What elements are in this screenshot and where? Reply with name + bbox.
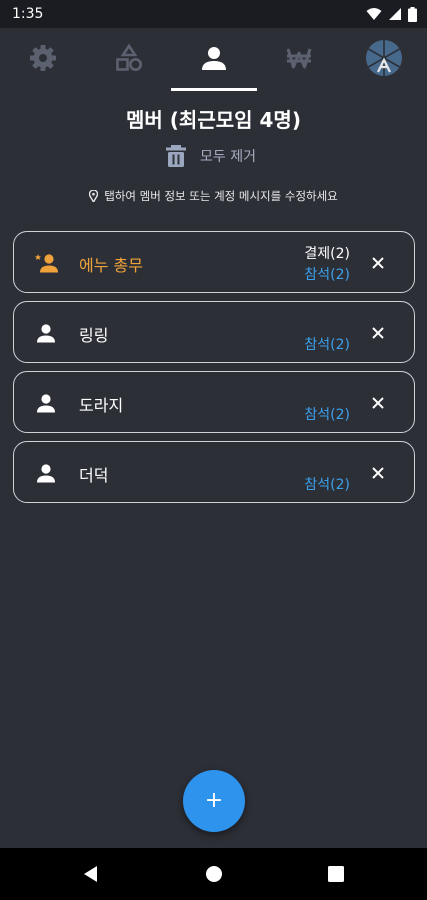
status-bar: 1:35 <box>0 0 427 28</box>
close-icon <box>372 467 384 479</box>
add-member-button[interactable]: + <box>183 770 245 832</box>
tab-shapes[interactable] <box>109 38 149 78</box>
attendance-tag: 참석(2) <box>304 477 350 493</box>
person-icon <box>202 47 226 70</box>
signal-icon <box>389 8 401 20</box>
top-tab-bar <box>0 28 427 90</box>
nav-back-button[interactable] <box>79 862 103 886</box>
add-label: + <box>204 788 224 813</box>
member-card[interactable]: 에누 총무 결제(2) 참석(2) <box>13 231 415 293</box>
attendance-tag: 참석(2) <box>304 407 350 423</box>
person-icon <box>37 394 55 413</box>
won-icon <box>286 48 312 69</box>
status-icons <box>366 6 417 22</box>
tab-profile[interactable] <box>364 38 404 78</box>
member-card[interactable]: 더덕 참석(2) <box>13 441 415 503</box>
leader-person-icon <box>35 254 58 273</box>
back-triangle-icon <box>84 866 97 882</box>
member-card[interactable]: 도라지 참석(2) <box>13 371 415 433</box>
app-root: 1:35 멤버 (최근모임 4명) 모두 제거 탭하여 멤버 정보 또는 계정 … <box>0 0 427 900</box>
member-card[interactable]: 링링 참석(2) <box>13 301 415 363</box>
nav-recents-button[interactable] <box>324 862 348 886</box>
person-icon <box>37 324 55 343</box>
member-name: 도라지 <box>79 396 124 415</box>
attendance-tag: 참석(2) <box>304 337 350 353</box>
page-title: 멤버 (최근모임 4명) <box>126 108 301 132</box>
remove-member-button[interactable] <box>368 463 388 483</box>
recents-square-icon <box>328 866 344 882</box>
system-nav-bar <box>0 848 427 900</box>
tab-payment[interactable] <box>279 38 319 78</box>
person-icon <box>37 464 55 483</box>
close-icon <box>372 397 384 409</box>
member-name: 에누 총무 <box>79 256 143 275</box>
close-icon <box>372 327 384 339</box>
payment-tag: 결제(2) <box>304 246 350 262</box>
gear-icon <box>30 45 56 71</box>
remove-all-button[interactable]: 모두 제거 <box>166 143 256 169</box>
member-name: 더덕 <box>79 466 109 485</box>
remove-all-label: 모두 제거 <box>200 149 256 165</box>
home-circle-icon <box>206 866 222 882</box>
remove-member-button[interactable] <box>368 253 388 273</box>
status-time: 1:35 <box>12 6 44 22</box>
nav-home-button[interactable] <box>202 862 226 886</box>
close-icon <box>372 257 384 269</box>
remove-member-button[interactable] <box>368 323 388 343</box>
active-tab-indicator <box>171 88 257 91</box>
trash-icon <box>166 145 186 167</box>
tab-members[interactable] <box>194 38 234 78</box>
location-pin-icon <box>89 190 99 202</box>
remove-member-button[interactable] <box>368 393 388 413</box>
member-name: 링링 <box>79 326 109 345</box>
battery-icon <box>408 6 417 22</box>
hint-label: 탭하여 멤버 정보 또는 계정 메시지를 수정하세요 <box>104 189 338 203</box>
shapes-icon <box>116 43 142 71</box>
attendance-tag: 참석(2) <box>304 267 350 283</box>
avatar-icon <box>366 40 402 76</box>
wifi-icon <box>366 8 382 20</box>
hint-text: 탭하여 멤버 정보 또는 계정 메시지를 수정하세요 <box>0 188 427 204</box>
member-list: 에누 총무 결제(2) 참석(2) 링링 참석(2) 도라지 참석(2) 더덕 … <box>13 231 415 511</box>
tab-settings[interactable] <box>23 38 63 78</box>
